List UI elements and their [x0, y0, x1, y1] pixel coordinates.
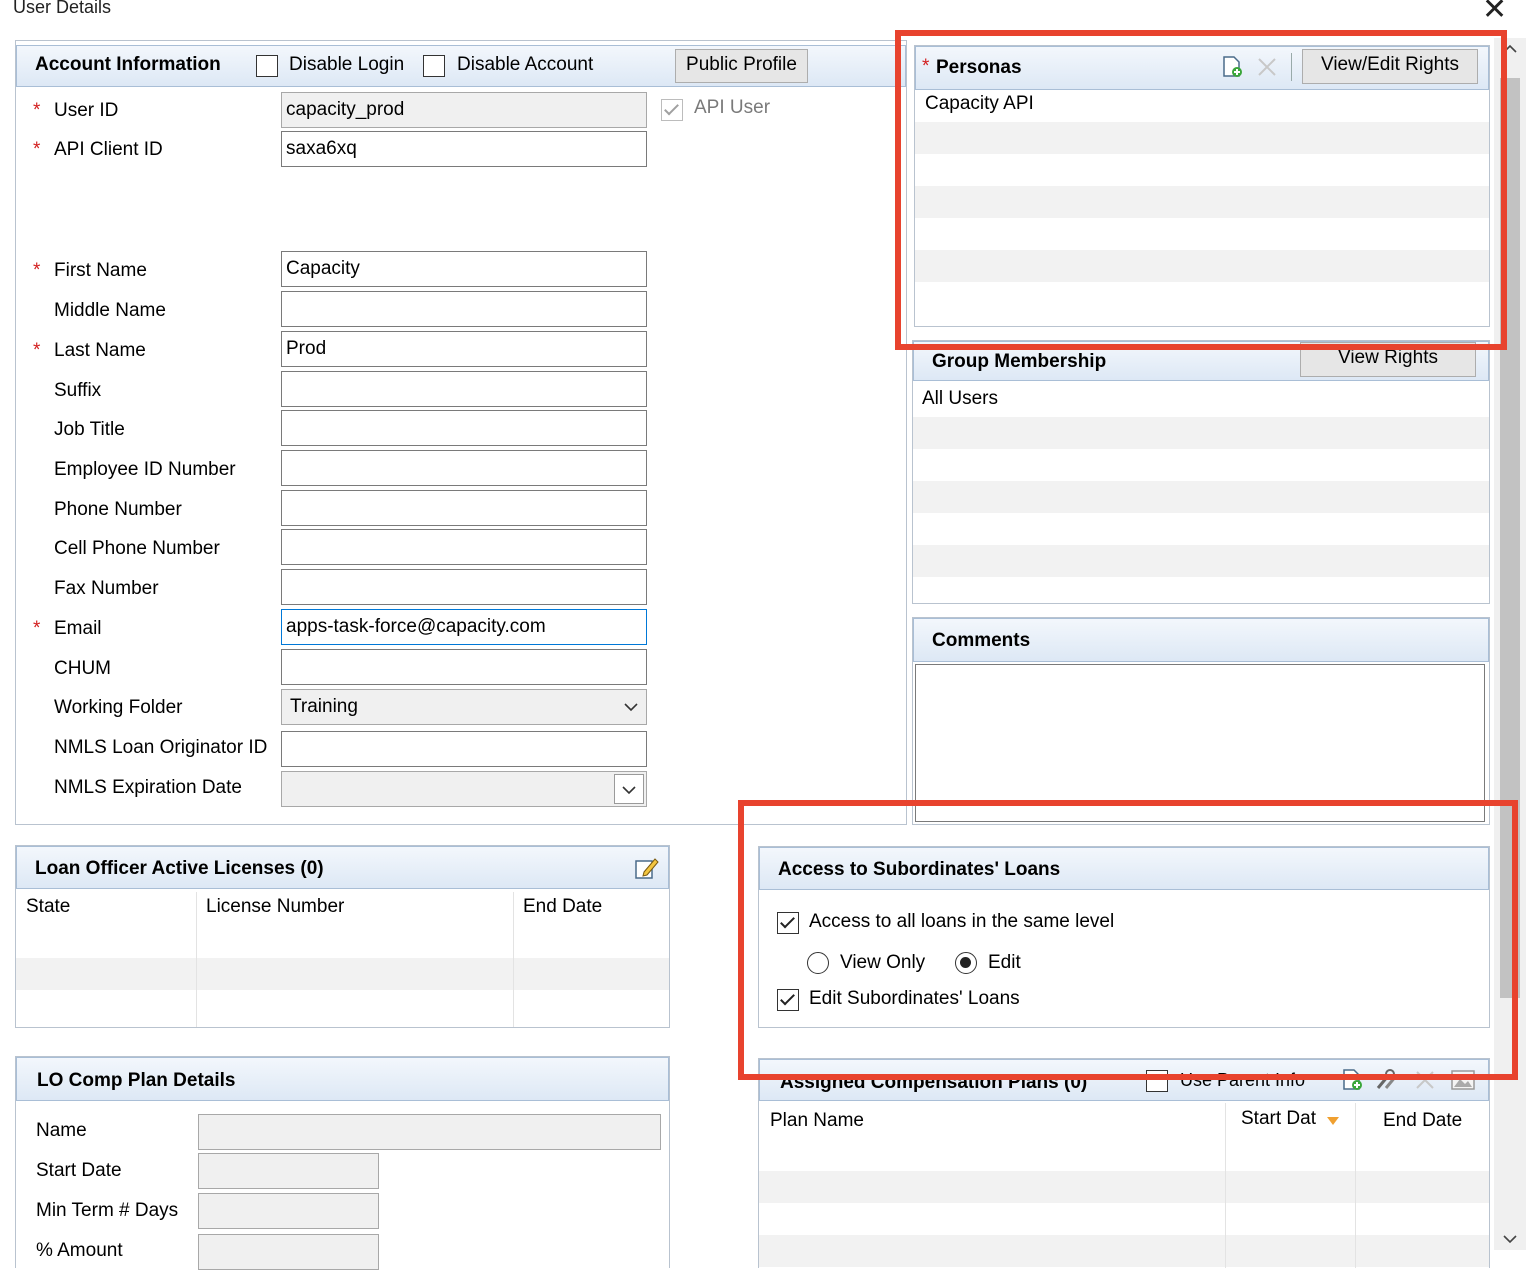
disable-account-label: Disable Account: [457, 54, 594, 75]
nmls-id-field[interactable]: [281, 731, 647, 767]
comments-textarea[interactable]: [915, 664, 1485, 822]
first-name-field[interactable]: Capacity: [281, 251, 647, 287]
licenses-header: Loan Officer Active Licenses (0): [16, 846, 669, 889]
date-dropdown-button[interactable]: [614, 774, 644, 804]
plan-name-field: [198, 1114, 661, 1150]
disable-account-checkbox[interactable]: [423, 55, 445, 77]
chum-field[interactable]: [281, 649, 647, 685]
licenses-col-end-date[interactable]: End Date: [523, 896, 602, 918]
group-item[interactable]: All Users: [922, 388, 998, 410]
api-user-label: API User: [694, 97, 771, 118]
min-term-label: Min Term # Days: [36, 1200, 179, 1221]
working-folder-label: Working Folder: [54, 697, 183, 718]
list-row-stripe: [913, 545, 1489, 577]
chevron-down-icon: [622, 786, 636, 795]
middle-name-field[interactable]: [281, 291, 647, 327]
assigned-col-end-date[interactable]: End Date: [1383, 1110, 1462, 1132]
sort-down-icon: [1327, 1117, 1339, 1125]
api-client-id-label: API Client ID: [54, 139, 163, 160]
job-title-label: Job Title: [54, 419, 125, 440]
required-marker: *: [33, 618, 41, 639]
comp-plan-title: LO Comp Plan Details: [37, 1070, 236, 1091]
required-marker: *: [33, 100, 41, 121]
employee-id-field[interactable]: [281, 450, 647, 486]
required-marker: *: [33, 340, 41, 361]
suffix-field[interactable]: [281, 371, 647, 407]
nmls-exp-label: NMLS Expiration Date: [54, 777, 242, 798]
column-divider: [513, 892, 514, 1027]
plan-start-field: [198, 1153, 379, 1189]
comp-plan-header: LO Comp Plan Details: [16, 1057, 669, 1101]
account-title: Account Information: [35, 54, 221, 75]
phone-label: Phone Number: [54, 499, 182, 520]
scroll-down-icon[interactable]: [1503, 1234, 1517, 1244]
disable-login-checkbox[interactable]: [256, 55, 278, 77]
comments-header: Comments: [913, 618, 1489, 662]
column-divider: [196, 892, 197, 1027]
edit-icon[interactable]: [634, 855, 660, 881]
comments-title: Comments: [932, 630, 1031, 651]
subordinates-highlight-box: [738, 800, 1518, 1080]
list-row-stripe: [16, 958, 669, 990]
cell-phone-label: Cell Phone Number: [54, 538, 220, 559]
nmls-exp-field[interactable]: [281, 771, 647, 807]
window-title: User Details: [13, 0, 112, 17]
working-folder-value: Training: [290, 696, 358, 717]
column-divider: [1355, 1103, 1356, 1268]
personas-highlight-box: [895, 30, 1507, 350]
chum-label: CHUM: [54, 658, 111, 679]
phone-field[interactable]: [281, 490, 647, 526]
assigned-col-plan-name[interactable]: Plan Name: [770, 1110, 864, 1132]
api-user-checkbox: [661, 99, 683, 121]
fax-field[interactable]: [281, 569, 647, 605]
list-row-stripe: [913, 481, 1489, 513]
plan-start-label: Start Date: [36, 1160, 122, 1181]
api-client-id-field[interactable]: saxa6xq: [281, 131, 647, 167]
chevron-down-icon: [624, 703, 638, 712]
disable-login-label: Disable Login: [289, 54, 405, 75]
user-id-label: User ID: [54, 100, 119, 121]
suffix-label: Suffix: [54, 380, 102, 401]
list-row-stripe: [759, 1171, 1489, 1203]
amount-field: [198, 1234, 379, 1270]
last-name-label: Last Name: [54, 340, 146, 361]
close-icon[interactable]: ✕: [1482, 0, 1507, 27]
job-title-field[interactable]: [281, 410, 647, 446]
min-term-field: [198, 1193, 379, 1229]
email-label: Email: [54, 618, 102, 639]
assigned-col-start-date[interactable]: Start Dat: [1241, 1108, 1316, 1130]
amount-label: % Amount: [36, 1240, 123, 1261]
employee-id-label: Employee ID Number: [54, 459, 236, 480]
middle-name-label: Middle Name: [54, 300, 166, 321]
licenses-col-license[interactable]: License Number: [206, 896, 344, 918]
list-row-stripe: [913, 417, 1489, 449]
group-title: Group Membership: [932, 351, 1107, 372]
user-id-field[interactable]: capacity_prod: [281, 92, 647, 128]
plan-name-label: Name: [36, 1120, 87, 1141]
last-name-field[interactable]: Prod: [281, 331, 647, 367]
cell-phone-field[interactable]: [281, 529, 647, 565]
required-marker: *: [33, 260, 41, 281]
working-folder-select[interactable]: Training: [281, 689, 647, 725]
licenses-col-state[interactable]: State: [26, 896, 70, 918]
column-divider: [1225, 1103, 1226, 1268]
required-marker: *: [33, 139, 41, 160]
email-field[interactable]: apps-task-force@capacity.com: [281, 609, 647, 645]
nmls-id-label: NMLS Loan Originator ID: [54, 737, 268, 758]
fax-label: Fax Number: [54, 578, 159, 599]
first-name-label: First Name: [54, 260, 147, 281]
list-row-stripe: [759, 1235, 1489, 1267]
licenses-title: Loan Officer Active Licenses (0): [35, 858, 324, 879]
public-profile-button[interactable]: Public Profile: [675, 49, 808, 83]
